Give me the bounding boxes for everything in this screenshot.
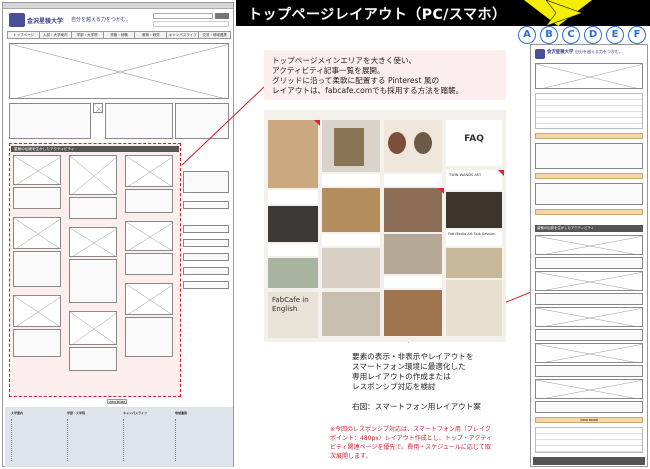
- logo-text: 金沢星稜大学: [547, 50, 574, 55]
- hero-image: [535, 63, 643, 89]
- card-text: [535, 365, 643, 377]
- photo-tile: [384, 234, 442, 274]
- photo-caption: [322, 234, 380, 246]
- sp-footer: [533, 457, 645, 465]
- note-line: ポイント：480px）レイアウト作成とし、トップ・アクティ: [330, 435, 493, 442]
- callout-line: スマートフォン環境に最適化した: [352, 362, 466, 371]
- media-art-tile: Fab Media Art Talk Session: [446, 230, 502, 246]
- callout-line: 要素の表示・非表示やレイアウトを: [352, 352, 474, 361]
- callout-line: トップページメインエリアを大きく使い、: [272, 56, 417, 65]
- card-text: [535, 329, 643, 341]
- activity-card[interactable]: [535, 379, 643, 399]
- more-button[interactable]: VIEW MORE: [535, 417, 643, 423]
- note-line: ビティ関連ページを優先で。費用・スケジュールに応じて取: [330, 444, 491, 451]
- photo-tile: [322, 188, 380, 232]
- photo-tile: [446, 248, 502, 278]
- photo-tile: [384, 188, 442, 232]
- callout-top: トップページメインエリアを大きく使い、 アクティビティ記事一覧を展開。 グリッド…: [264, 50, 506, 100]
- photo-caption: [384, 174, 442, 186]
- photo-tile: [388, 132, 406, 154]
- news-block: [535, 143, 643, 169]
- callout-bottom: 要素の表示・非表示やレイアウトを スマートフォン環境に最適化した 専用レイアウト…: [352, 352, 532, 418]
- events-block: [535, 183, 643, 205]
- photo-caption: [268, 244, 318, 256]
- photo-tile: [268, 206, 318, 242]
- photo-tile: [334, 128, 364, 166]
- photo-tile: [414, 132, 432, 154]
- logo-mark: [535, 49, 545, 59]
- fabcafe-screenshot: FabCafe in English FAQ TWIN WANDS ART Fa…: [264, 110, 506, 342]
- card-text: [535, 257, 643, 269]
- callout-line: レイアウトは、fabcafe.comでも採用する方法を踏襲。: [272, 86, 464, 95]
- activity-card[interactable]: [535, 271, 643, 291]
- photo-tile: [268, 120, 318, 188]
- activity-card[interactable]: [535, 307, 643, 327]
- faq-tile: FAQ: [446, 120, 502, 166]
- photo-tile: [268, 258, 318, 288]
- activity-card[interactable]: [535, 343, 643, 363]
- card-text: [535, 401, 643, 413]
- orange-button[interactable]: [535, 209, 643, 215]
- orange-button[interactable]: [535, 133, 643, 139]
- callout-line: アクティビティ記事一覧を展開。: [272, 66, 385, 75]
- callout-line: 専用レイアウトの作成または: [352, 372, 451, 381]
- note: ※今回のレスポンシブ対応は、スマートフォン用（ブレイク ポイント：480px）レ…: [330, 426, 526, 466]
- footer-links[interactable]: [535, 427, 643, 453]
- red-corner-badge: [438, 188, 444, 194]
- photo-caption: [268, 190, 318, 204]
- orange-button[interactable]: [535, 173, 643, 179]
- red-corner-badge: [314, 120, 320, 126]
- card-text: [535, 293, 643, 305]
- photo-caption: [384, 276, 442, 288]
- photo-tile: [446, 280, 502, 336]
- sp-wireframe: 金沢星稜大学 自分を越える力をつかむ。 星稜の伝統を生かしたアクティビティ VI…: [530, 44, 648, 467]
- photo-tile: [322, 292, 380, 336]
- photo-tile: [384, 290, 442, 336]
- photo-tile: [446, 192, 502, 228]
- callout-line: レスポンシブ対応を検討: [352, 382, 436, 391]
- photo-caption: [322, 174, 380, 186]
- callout-line: グリッドに沿って柔軟に配置する Pinterest 風の: [272, 76, 440, 85]
- red-corner-badge: [498, 170, 504, 176]
- activity-heading: 星稜の伝統を生かしたアクティビティ: [535, 225, 643, 232]
- twin-wands-tile: TWIN WANDS ART: [446, 170, 502, 190]
- note-line: 次展開します。: [330, 453, 372, 460]
- fabcafe-english-tile: FabCafe in English: [268, 292, 318, 338]
- nav-list[interactable]: [535, 93, 643, 129]
- callout-caption: 右図：スマートフォン用レイアウト案: [352, 402, 481, 411]
- tagline: 自分を越える力をつかむ。: [575, 49, 623, 54]
- photo-tile: [322, 248, 380, 288]
- activity-card[interactable]: [535, 235, 643, 255]
- note-line: ※今回のレスポンシブ対応は、スマートフォン用（ブレイク: [330, 426, 491, 433]
